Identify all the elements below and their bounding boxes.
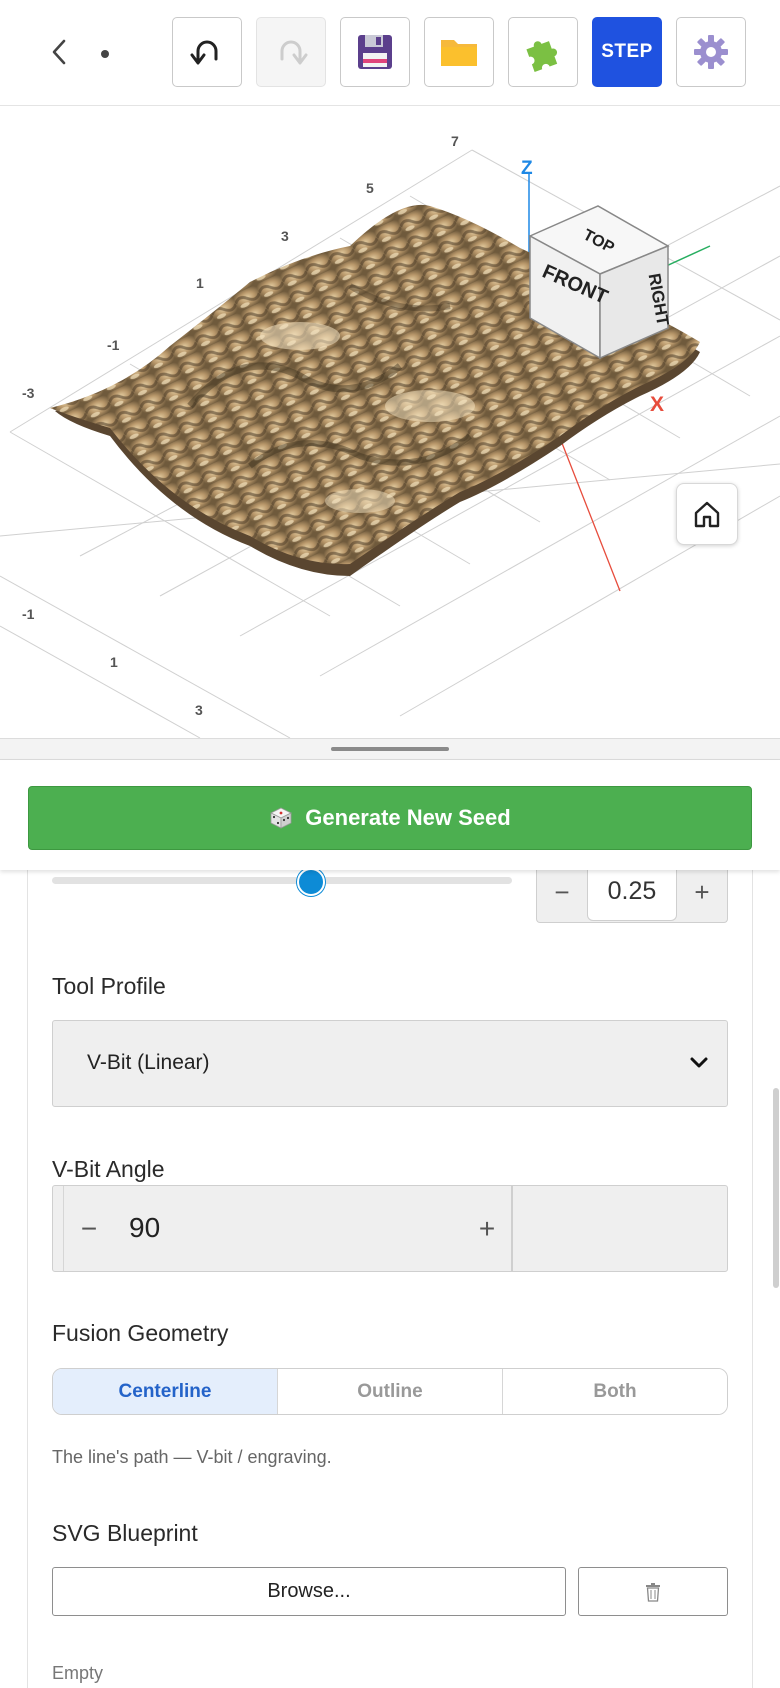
fusion-geometry-label: Fusion Geometry [52, 1320, 229, 1346]
step-label: STEP [601, 41, 653, 62]
grid-label: 1 [196, 275, 204, 291]
settings-button[interactable] [676, 17, 746, 87]
stepper-value-input[interactable]: 0.25 [587, 863, 677, 921]
fusion-option-outline[interactable]: Outline [277, 1369, 502, 1414]
puzzle-piece-icon [526, 41, 558, 72]
fusion-option-both[interactable]: Both [502, 1369, 727, 1414]
browse-button[interactable]: Browse... [52, 1567, 566, 1616]
step-export-button[interactable]: STEP [592, 17, 662, 87]
redo-icon [280, 40, 308, 65]
gear-icon [694, 35, 728, 69]
vbit-angle-label: V-Bit Angle [52, 1156, 165, 1182]
vbit-angle-input[interactable]: 90 [129, 1212, 160, 1244]
grid-label: 5 [366, 180, 374, 196]
blueprint-status: Empty [52, 1663, 104, 1683]
home-icon [694, 501, 720, 528]
tool-profile-select[interactable]: V-Bit (Linear) [52, 1020, 728, 1107]
stepper-minus-button[interactable]: − [537, 863, 587, 921]
grid-label: -1 [107, 337, 120, 353]
parameter-slider-track[interactable] [52, 877, 512, 884]
3d-viewport[interactable]: 7 5 3 1 -1 -3 -1 1 3 TOP FRONT RIGHT Z X [0, 106, 780, 738]
undo-button[interactable] [172, 17, 242, 87]
parameter-slider-thumb[interactable] [297, 868, 325, 896]
parameter-stepper: − 0.25 + [536, 863, 728, 923]
vbit-plus-button[interactable]: + [463, 1186, 511, 1271]
seed-button-label: Generate New Seed [305, 805, 511, 830]
dice-icon [270, 807, 293, 829]
open-folder-button[interactable] [424, 17, 494, 87]
grid-label: 7 [451, 133, 459, 149]
fusion-option-centerline[interactable]: Centerline [53, 1369, 277, 1414]
stepper-separator [511, 1186, 513, 1271]
grid-label: 3 [195, 702, 203, 718]
vbit-minus-button[interactable]: − [64, 1186, 114, 1271]
grid-label: 3 [281, 228, 289, 244]
plugins-button[interactable] [508, 17, 578, 87]
trash-icon [646, 1582, 660, 1602]
scrollbar[interactable] [773, 1088, 779, 1288]
panel-divider [0, 738, 780, 760]
grid-label: 1 [110, 654, 118, 670]
redo-button[interactable] [256, 17, 326, 87]
stepper-plus-button[interactable]: + [677, 863, 727, 921]
status-dot [101, 50, 109, 58]
axis-z-label: Z [521, 158, 533, 179]
fusion-geometry-toggle: Centerline Outline Both [52, 1368, 728, 1415]
chevron-left-icon [52, 39, 66, 65]
toolbar: STEP [0, 0, 780, 106]
generate-new-seed-button[interactable]: Generate New Seed [28, 786, 752, 850]
fusion-geometry-hint: The line's path — V-bit / engraving. [52, 1447, 332, 1467]
vbit-angle-stepper: − 90 + [52, 1185, 728, 1272]
clear-blueprint-button[interactable] [578, 1567, 728, 1616]
grid-label: -1 [22, 606, 35, 622]
chevron-down-icon [690, 1057, 708, 1068]
seed-toolbar: Generate New Seed [0, 760, 780, 870]
save-button[interactable] [340, 17, 410, 87]
folder-icon [441, 40, 477, 66]
back-button[interactable] [44, 34, 74, 70]
floppy-disk-icon [358, 35, 392, 69]
tool-profile-value: V-Bit (Linear) [87, 1051, 210, 1074]
axis-x-label: X [650, 393, 664, 416]
home-view-button[interactable] [676, 483, 738, 545]
svg-blueprint-label: SVG Blueprint [52, 1520, 198, 1546]
grid-label: -3 [22, 385, 35, 401]
undo-icon [190, 40, 218, 65]
resize-handle[interactable] [331, 747, 449, 751]
tool-profile-label: Tool Profile [52, 973, 166, 999]
